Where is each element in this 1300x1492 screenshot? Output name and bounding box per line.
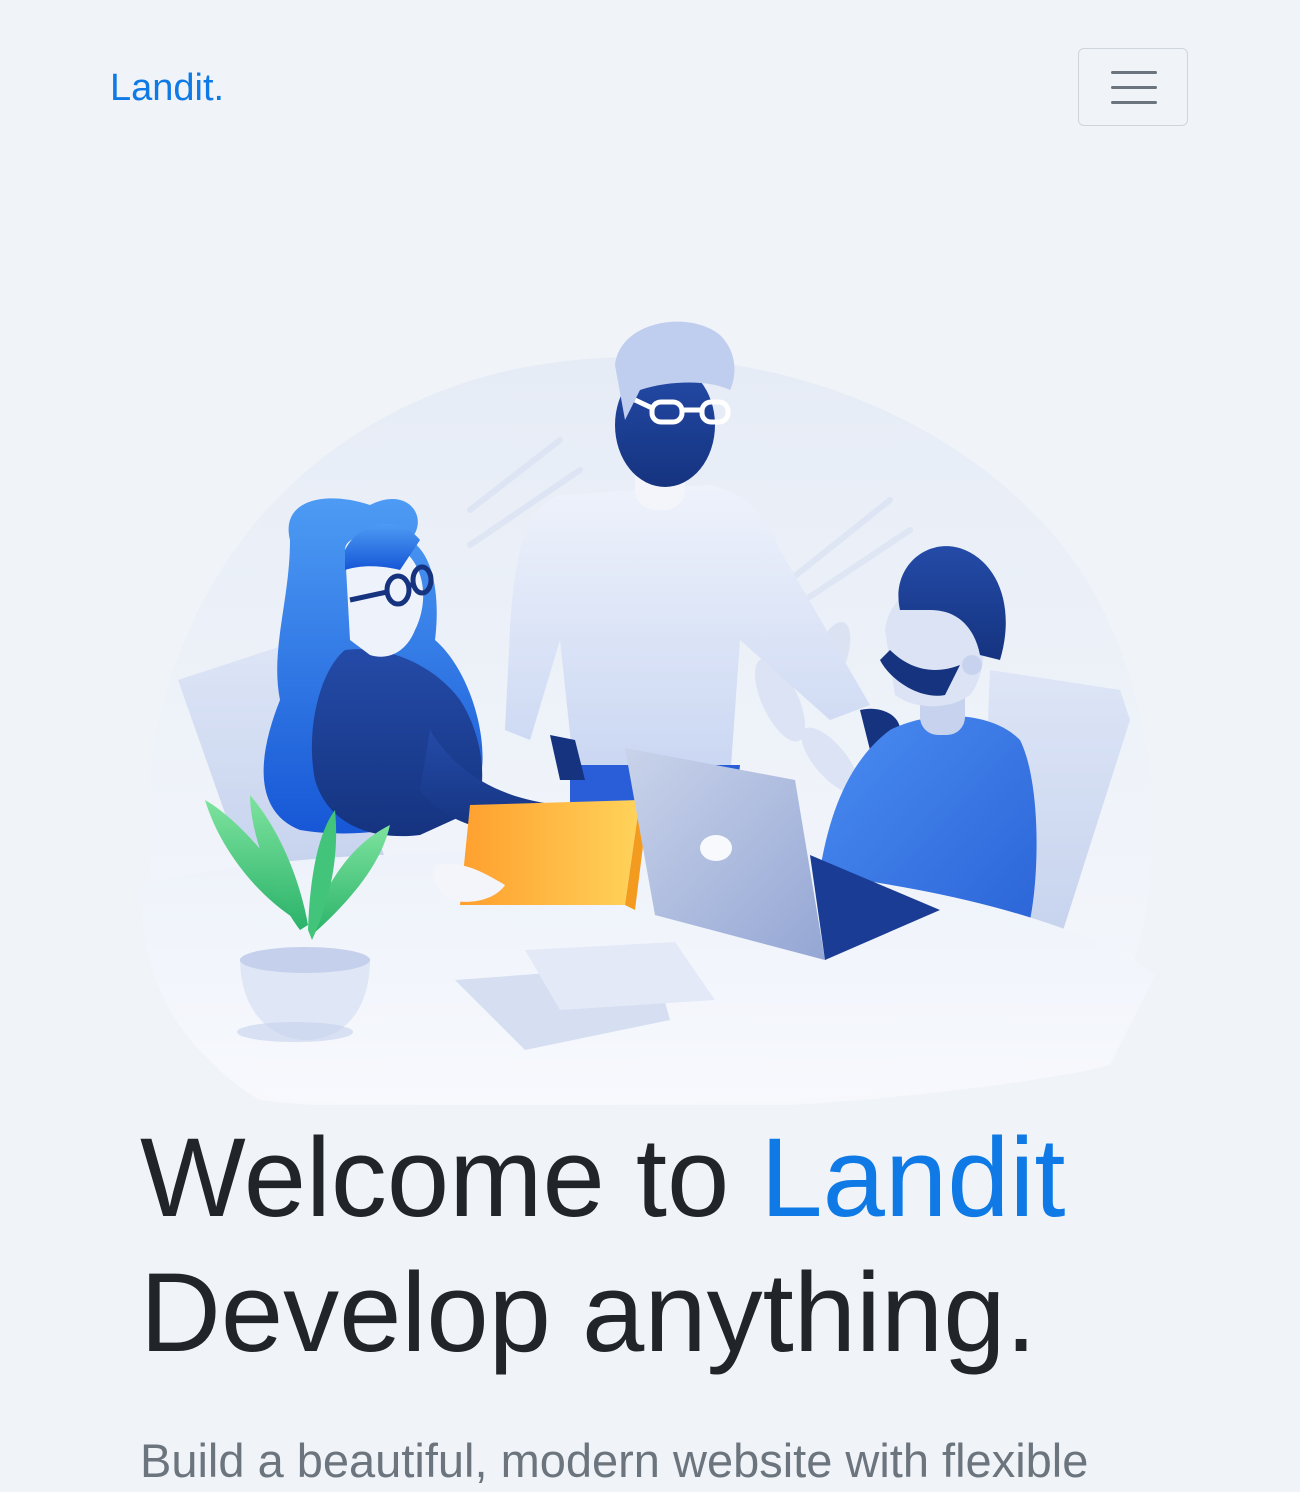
hamburger-menu-icon: [1111, 71, 1157, 105]
navbar-toggle-button[interactable]: [1078, 48, 1188, 126]
hero-headline: Welcome to Landit Develop anything.: [140, 1110, 1250, 1380]
navbar: Landit.: [0, 0, 1300, 175]
brand-logo[interactable]: Landit.: [110, 64, 224, 112]
hero-lead: Build a beautiful, modern website with f…: [140, 1434, 1089, 1487]
team-meeting-illustration: [140, 321, 1155, 1105]
headline-line-2: Develop anything.: [140, 1250, 1037, 1375]
headline-text: Welcome to: [140, 1115, 761, 1240]
headline-accent: Landit: [760, 1115, 1066, 1240]
